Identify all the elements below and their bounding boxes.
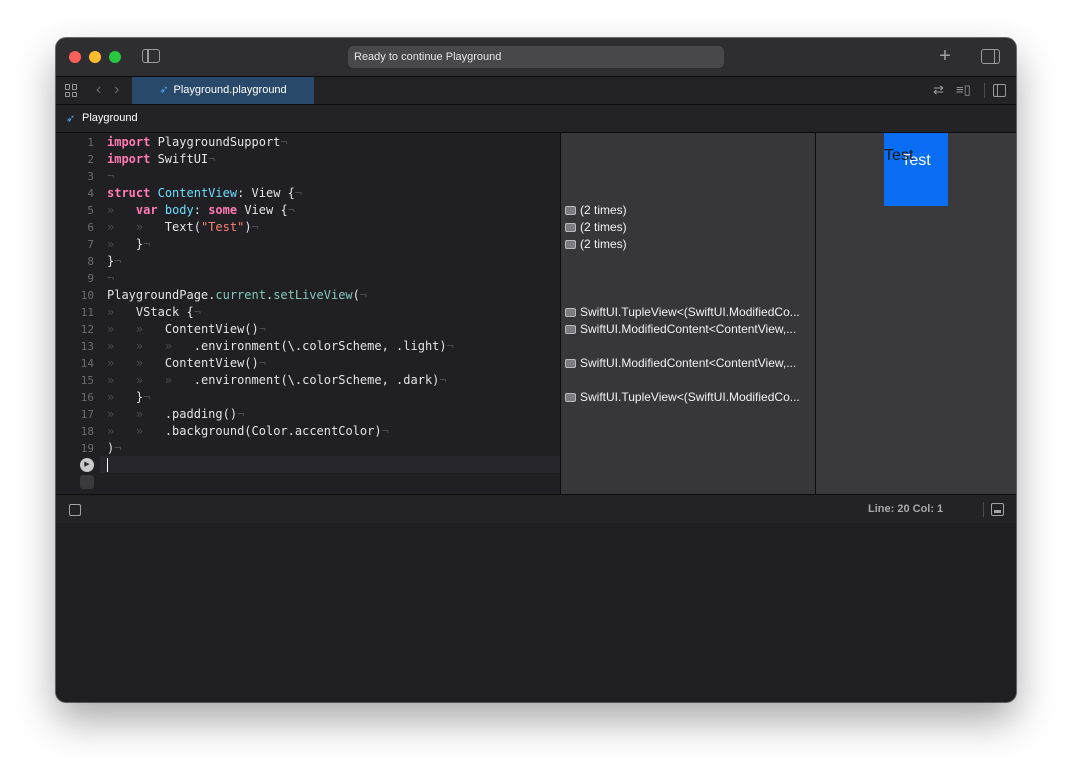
line-number: 12 [80, 323, 94, 336]
sidebar-toggle-icon[interactable] [142, 49, 160, 63]
tab-bar: ‹ › ➶ Playground.playground ⇄ ≡▯ [56, 77, 1016, 105]
line-number: 15 [80, 374, 94, 387]
quick-look-icon[interactable] [565, 206, 576, 215]
line-number: 2 [87, 153, 94, 166]
swift-icon: ➶ [159, 84, 169, 96]
inspector-toggle-icon[interactable] [981, 49, 1000, 64]
tab-playground[interactable]: ➶ Playground.playground [132, 77, 314, 104]
tab-divider [984, 83, 985, 98]
code-line: » » ContentView()¬ [107, 356, 266, 370]
quick-look-icon[interactable] [565, 308, 576, 317]
line-number: 18 [80, 425, 94, 438]
tab-label: Playground.playground [173, 84, 287, 96]
line-number: 8 [87, 255, 94, 268]
code-line: PlaygroundPage.current.setLiveView(¬ [107, 288, 368, 302]
line-number: 19 [80, 442, 94, 455]
minimize-window-button[interactable] [89, 51, 101, 63]
result-item[interactable]: SwiftUI.TupleView<(SwiftUI.ModifiedCo... [565, 389, 811, 405]
line-number: 10 [80, 289, 94, 302]
line-number: 1 [87, 136, 94, 149]
close-window-button[interactable] [69, 51, 81, 63]
line-number: 5 [87, 204, 94, 217]
code-line: » » .padding()¬ [107, 407, 245, 421]
add-editor-icon[interactable] [993, 84, 1006, 97]
code-line: » » ContentView()¬ [107, 322, 266, 336]
line-number: 3 [87, 170, 94, 183]
line-number: 16 [80, 391, 94, 404]
quick-look-icon[interactable] [565, 359, 576, 368]
result-item[interactable]: (2 times) [565, 202, 811, 218]
code-line: }¬ [107, 254, 122, 268]
live-view-vstack[interactable]: Test Test [884, 133, 948, 206]
results-sidebar: (2 times) (2 times) (2 times) SwiftUI.Tu… [560, 133, 816, 494]
swap-icon[interactable]: ⇄ [933, 82, 944, 98]
code-line: import SwiftUI¬ [107, 152, 216, 166]
debug-console[interactable] [56, 523, 1016, 702]
code-line: struct ContentView: View {¬ [107, 186, 303, 200]
line-number: 13 [80, 340, 94, 353]
code-line: » » » .environment(\.colorScheme, .light… [107, 339, 454, 353]
code-line: » » .background(Color.accentColor)¬ [107, 424, 389, 438]
line-number: 14 [80, 357, 94, 370]
plus-icon[interactable]: + [936, 46, 954, 66]
line-number: 7 [87, 238, 94, 251]
minimap-icon[interactable]: ≡▯ [956, 82, 971, 98]
line-number: 9 [87, 272, 94, 285]
cursor-position: Line: 20 Col: 1 [868, 503, 944, 515]
quick-look-icon[interactable] [565, 325, 576, 334]
code-line: » var body: some View {¬ [107, 203, 295, 217]
current-line-highlight [100, 456, 560, 473]
result-item[interactable]: SwiftUI.ModifiedContent<ContentView,... [565, 355, 811, 371]
swift-icon: ➶ [66, 113, 76, 125]
jump-bar: ➶ Playground [56, 105, 1016, 133]
text-cursor [107, 458, 108, 472]
quick-look-icon[interactable] [565, 223, 576, 232]
grid-icon[interactable] [65, 84, 78, 97]
debug-bar: Line: 20 Col: 1 [56, 494, 1016, 524]
code-line: ¬ [107, 169, 115, 183]
code-line: » » » .environment(\.colorScheme, .dark)… [107, 373, 447, 387]
code-line: » VStack {¬ [107, 305, 201, 319]
line-number: 17 [80, 408, 94, 421]
result-item[interactable]: (2 times) [565, 236, 811, 252]
code-line: » }¬ [107, 390, 151, 404]
jump-bar-item-playground[interactable]: Playground [82, 112, 138, 124]
live-text-light: Test [884, 147, 914, 164]
live-view: Test Test [815, 133, 1016, 494]
code-line: ¬ [107, 271, 115, 285]
console-toggle-icon[interactable] [69, 504, 81, 516]
code-line: » » Text("Test")¬ [107, 220, 259, 234]
run-gutter-marker [80, 475, 94, 489]
back-button[interactable]: ‹ [96, 81, 101, 99]
debug-divider [983, 502, 984, 517]
quick-look-icon[interactable] [565, 393, 576, 402]
line-number: 6 [87, 221, 94, 234]
panel-toggle-icon[interactable] [991, 503, 1004, 516]
activity-status: Ready to continue Playground [348, 46, 724, 68]
result-item[interactable]: SwiftUI.ModifiedContent<ContentView,... [565, 321, 811, 337]
forward-button[interactable]: › [114, 81, 119, 99]
source-editor[interactable]: 1 2 3 4 5 6 7 8 9 10 11 12 13 14 15 16 1… [56, 133, 560, 494]
playground-window: Ready to continue Playground + ‹ › ➶ Play… [56, 38, 1016, 702]
code-line: )¬ [107, 441, 122, 455]
zoom-window-button[interactable] [109, 51, 121, 63]
result-item[interactable]: SwiftUI.TupleView<(SwiftUI.ModifiedCo... [565, 304, 811, 320]
line-number: 4 [87, 187, 94, 200]
code-line: import PlaygroundSupport¬ [107, 135, 288, 149]
result-item[interactable]: (2 times) [565, 219, 811, 235]
title-bar: Ready to continue Playground + [56, 38, 1016, 77]
code-line: » }¬ [107, 237, 151, 251]
quick-look-icon[interactable] [565, 240, 576, 249]
run-icon[interactable]: ▶ [80, 458, 94, 472]
line-number: 11 [80, 306, 94, 319]
